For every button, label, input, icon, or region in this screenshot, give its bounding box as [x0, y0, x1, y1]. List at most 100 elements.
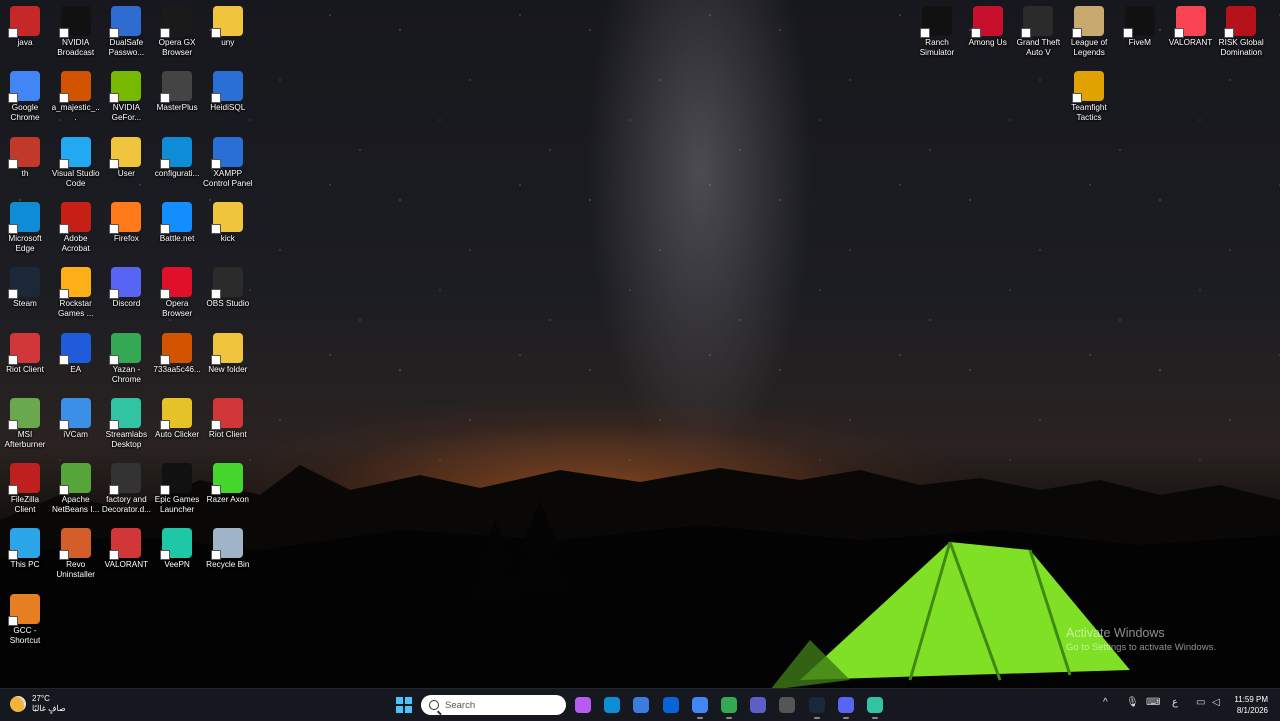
taskbar-copilot-icon[interactable] — [575, 697, 591, 713]
taskbar-discord-icon[interactable] — [837, 697, 854, 719]
app-icon — [109, 397, 142, 430]
desktop-icon[interactable]: Revo Uninstaller — [51, 526, 101, 580]
microphone-icon[interactable]: 🎙 — [1126, 697, 1139, 708]
desktop-icon[interactable]: RISK Global Domination — [1216, 4, 1266, 58]
desktop-icon[interactable]: HeidiSQL — [203, 69, 253, 113]
taskbar-search-box[interactable]: Search — [421, 695, 566, 715]
desktop-icon[interactable]: FileZilla Client — [0, 461, 50, 515]
desktop-icon[interactable]: FiveM — [1115, 4, 1165, 48]
start-button[interactable] — [396, 697, 412, 713]
taskbar-outlook-icon[interactable] — [662, 697, 679, 713]
app-icon — [1072, 71, 1104, 103]
desktop-icon-label: OBS Studio — [206, 299, 250, 309]
desktop-icon[interactable]: Battle.net — [152, 200, 202, 244]
taskbar-chrome-profile-icon[interactable] — [721, 697, 737, 719]
desktop-icon[interactable]: EA — [51, 331, 101, 375]
chevron-up-icon[interactable]: ^ — [1103, 697, 1108, 708]
app-icon — [1072, 6, 1105, 38]
taskbar-steam-icon[interactable] — [808, 697, 825, 719]
taskbar-teams-icon[interactable] — [750, 697, 767, 713]
desktop-icon[interactable]: Apache NetBeans I... — [51, 461, 101, 515]
desktop-icon-label: th — [21, 168, 29, 178]
taskbar-streamlabs-icon[interactable] — [867, 697, 883, 719]
desktop-icon[interactable]: Among Us — [963, 4, 1013, 48]
desktop-icon[interactable]: GCC - Shortcut — [0, 592, 50, 646]
desktop-icon[interactable]: Riot Client — [203, 396, 253, 440]
desktop-icon[interactable]: User — [101, 135, 151, 179]
weather-widget[interactable]: 27°C صافٍ غالبًا — [10, 694, 66, 714]
desktop-icon[interactable]: a_majestic_... — [51, 69, 101, 123]
desktop-icon-label: Ranch Simulator — [919, 38, 955, 57]
app-icon — [58, 397, 91, 430]
desktop-icon[interactable]: Firefox — [101, 200, 151, 244]
desktop-icon[interactable]: iVCam — [51, 396, 101, 440]
desktop-icon[interactable]: Opera Browser — [152, 265, 202, 319]
app-icon — [210, 71, 243, 104]
desktop-icon-label: iVCam — [63, 429, 88, 439]
taskbar-chrome-icon[interactable] — [691, 697, 708, 719]
desktop-icon[interactable]: NVIDIA Broadcast — [51, 4, 101, 58]
desktop-icon[interactable]: XAMPP Control Panel — [203, 135, 253, 189]
network-icon[interactable]: ▭ — [1196, 697, 1205, 708]
desktop-icon[interactable]: Discord — [101, 265, 151, 309]
desktop-icon[interactable]: NVIDIA GeFor... — [101, 69, 151, 123]
app-icon — [8, 332, 40, 365]
app-icon — [8, 136, 40, 169]
app-icon — [210, 6, 243, 38]
desktop-icon[interactable]: MSI Afterburner — [0, 396, 50, 450]
desktop-icon[interactable]: uny — [203, 4, 253, 48]
desktop-icon[interactable]: Google Chrome — [0, 69, 50, 123]
desktop-icon[interactable]: Steam — [0, 265, 50, 309]
desktop-icon[interactable]: 733aa5c46... — [152, 331, 202, 375]
desktop-icon[interactable]: Ranch Simulator — [912, 4, 962, 58]
desktop-icon[interactable]: Epic Games Launcher — [152, 461, 202, 515]
desktop-icon[interactable]: java — [0, 4, 50, 48]
desktop-icon-label: League of Legends — [1070, 38, 1108, 57]
desktop-icon[interactable]: VALORANT — [101, 526, 151, 570]
desktop-icon[interactable]: DualSafe Passwo... — [101, 4, 151, 58]
desktop-icon[interactable]: MasterPlus — [152, 69, 202, 113]
desktop-icon[interactable]: Adobe Acrobat — [51, 200, 101, 254]
taskbar-obs-icon[interactable] — [779, 697, 796, 713]
desktop-icon[interactable]: Grand Theft Auto V — [1013, 4, 1063, 58]
desktop-icon[interactable]: Riot Client — [0, 331, 50, 375]
desktop-icon[interactable]: This PC — [0, 526, 50, 570]
taskbar-store-icon[interactable] — [633, 697, 650, 713]
desktop-icon[interactable]: Teamfight Tactics — [1064, 69, 1114, 123]
desktop-icon-label: RISK Global Domination — [1218, 38, 1264, 57]
desktop-icon-label: GCC - Shortcut — [9, 625, 41, 645]
desktop-icon[interactable]: Razer Axon — [203, 461, 253, 505]
volume-icon[interactable]: ◁ — [1212, 697, 1220, 708]
desktop-icon[interactable]: Streamlabs Desktop — [101, 396, 151, 450]
desktop-icon[interactable]: kick — [203, 200, 253, 244]
desktop-icon-label: Microsoft Edge — [8, 233, 42, 253]
taskbar-edge-icon[interactable] — [604, 697, 621, 713]
keyboard-icon[interactable]: ⌨ — [1146, 697, 1160, 708]
app-icon — [8, 71, 40, 104]
desktop-icon[interactable]: Rockstar Games ... — [51, 265, 101, 319]
desktop-icon[interactable]: configurati... — [152, 135, 202, 179]
desktop-icon[interactable]: th — [0, 135, 50, 179]
desktop-icon[interactable]: League of Legends — [1064, 4, 1114, 58]
desktop-icon[interactable]: Auto Clicker — [152, 396, 202, 440]
desktop-icon[interactable]: OBS Studio — [203, 265, 253, 309]
desktop-icon-label: Grand Theft Auto V — [1016, 38, 1061, 57]
app-icon — [8, 528, 40, 561]
desktop-icon-label: HeidiSQL — [210, 103, 246, 113]
language-indicator[interactable]: ع — [1172, 697, 1178, 708]
app-icon — [160, 267, 193, 300]
desktop-icon-label: configurati... — [154, 168, 200, 178]
desktop-icon-label: Recycle Bin — [206, 560, 250, 570]
desktop-icon[interactable]: Visual Studio Code — [51, 135, 101, 189]
desktop-icon-label: Teamfight Tactics — [1071, 103, 1107, 122]
desktop-icon[interactable]: VALORANT — [1166, 4, 1216, 48]
desktop-icon[interactable]: VeePN — [152, 526, 202, 570]
desktop-icon[interactable]: factory and Decorator.d... — [101, 461, 151, 515]
desktop-icon[interactable]: Microsoft Edge — [0, 200, 50, 254]
desktop-icon[interactable]: Opera GX Browser — [152, 4, 202, 58]
desktop-icon-label: VeePN — [164, 560, 190, 570]
desktop-icon[interactable]: Recycle Bin — [203, 526, 253, 570]
taskbar-clock[interactable]: 11:59 PM 8/1/2026 — [1222, 694, 1268, 716]
desktop-icon[interactable]: Yazan - Chrome — [101, 331, 151, 385]
desktop-icon[interactable]: New folder — [203, 331, 253, 375]
